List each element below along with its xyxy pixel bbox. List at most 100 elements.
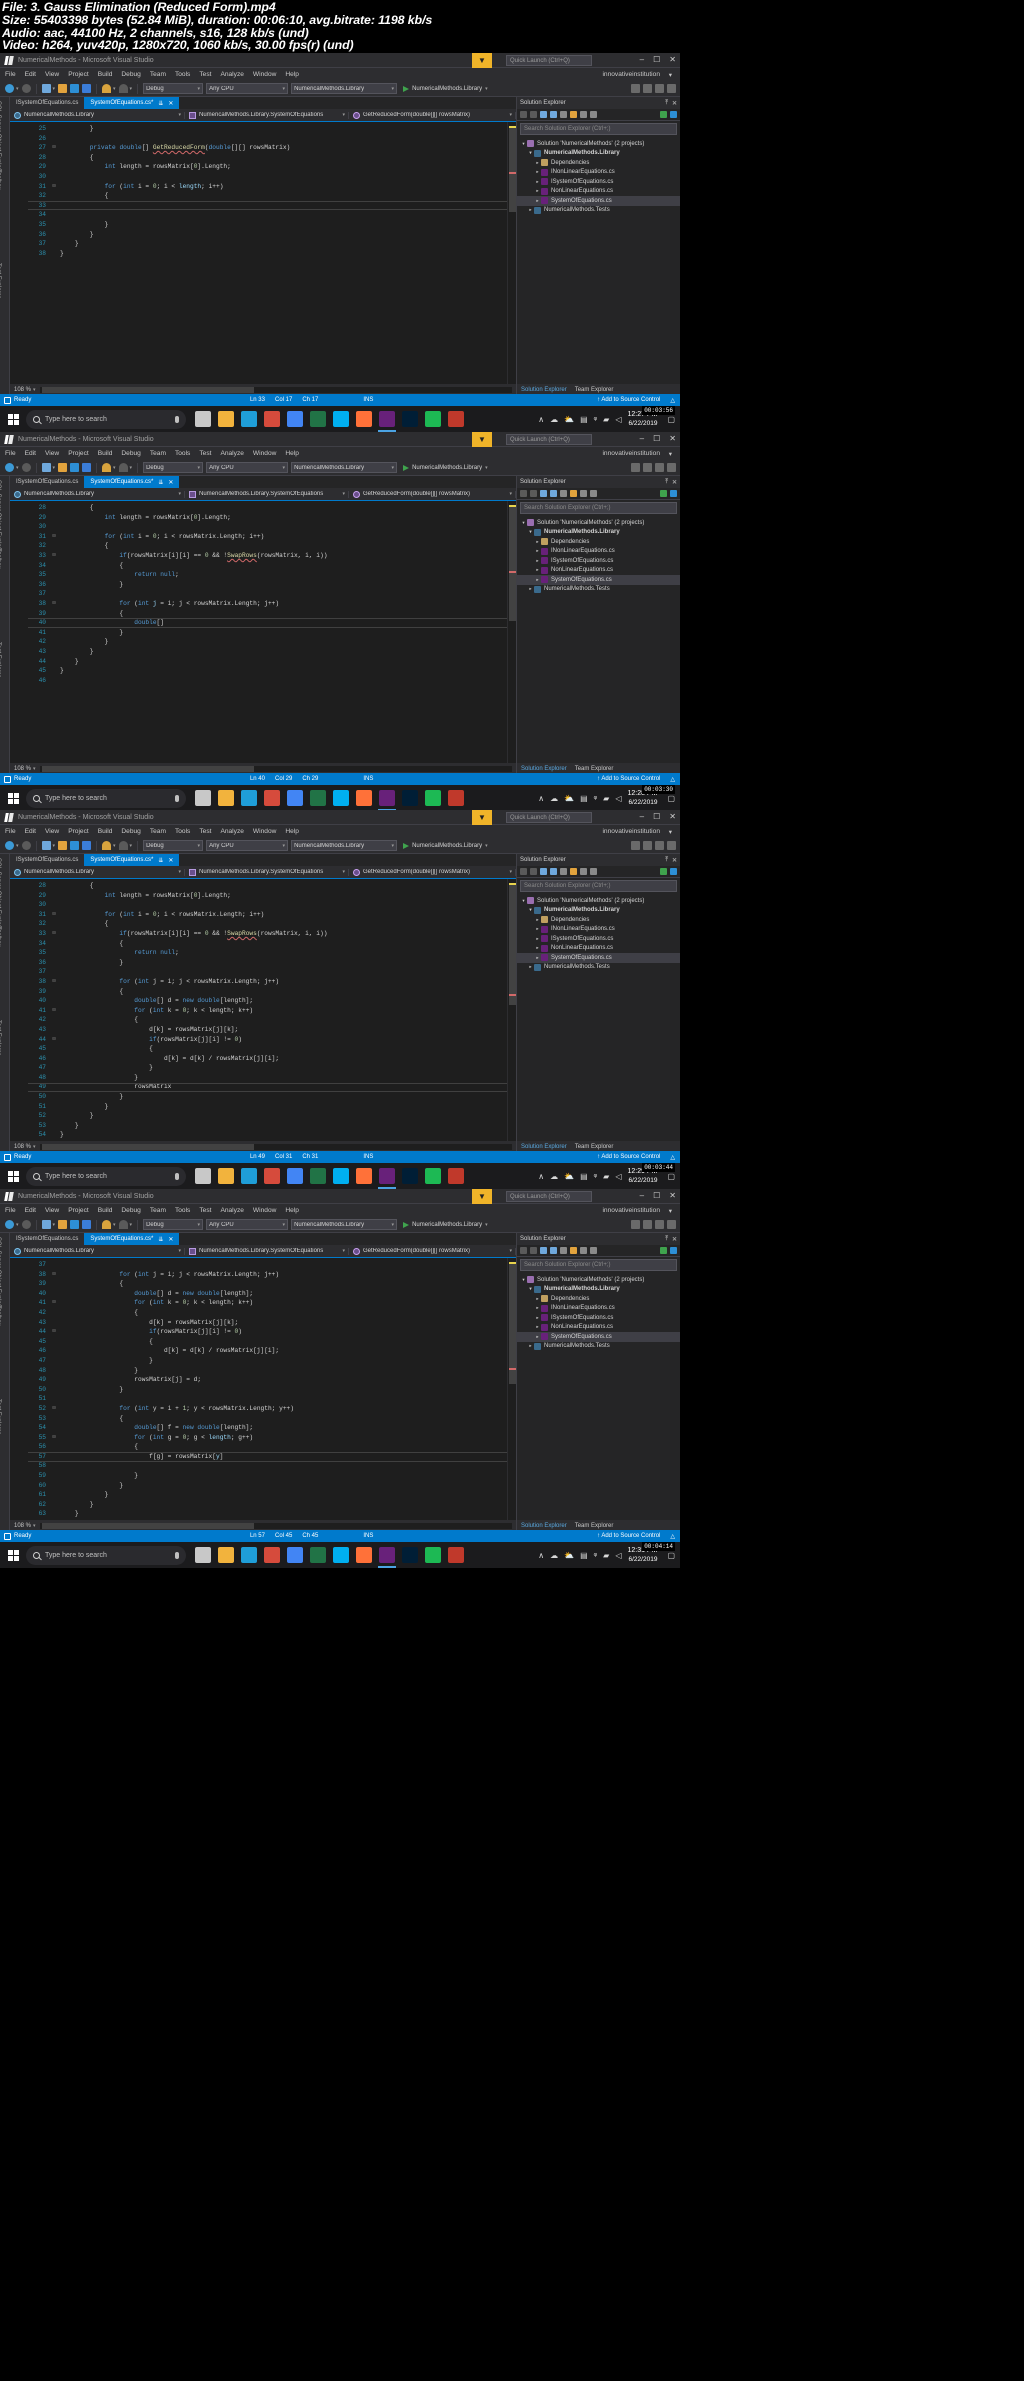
navbar-project-dropdown[interactable]: NumericalMethods.Library ▾: [10, 111, 185, 119]
status-notifications-icon[interactable]: △: [665, 397, 680, 404]
chevron-icon[interactable]: ▾: [527, 1286, 534, 1292]
code-line[interactable]: 34: [28, 210, 507, 220]
code-line[interactable]: 55 ⊟ for (int g = 0; g < length; g++): [28, 1433, 507, 1443]
refresh-icon[interactable]: [550, 490, 557, 497]
solution-explorer-toolbar[interactable]: [517, 866, 680, 878]
photoshop-icon[interactable]: [402, 790, 418, 806]
account-name[interactable]: innovativeinstitution: [602, 1207, 660, 1214]
navbar-project-dropdown[interactable]: NumericalMethods.Library ▾: [10, 1247, 185, 1255]
navbar-type-dropdown[interactable]: NumericalMethods.Library.SystemOfEquatio…: [185, 1247, 349, 1255]
store-icon[interactable]: [241, 411, 257, 427]
minimize-button[interactable]: –: [640, 1190, 644, 1201]
new-project-icon[interactable]: [41, 841, 51, 850]
menu-item-test[interactable]: Test: [199, 828, 211, 835]
redo-icon[interactable]: [118, 841, 128, 850]
filter-icon[interactable]: [670, 1247, 677, 1254]
code-line[interactable]: 44 ⊟ if(rowsMatrix[j][i] != 0): [28, 1327, 507, 1337]
code-line[interactable]: 32 {: [28, 191, 507, 201]
code-line[interactable]: 38 ⊟ for (int j = i; j < rowsMatrix.Leng…: [28, 977, 507, 987]
code-line[interactable]: 49 rowsMatrix[j] = d;: [28, 1375, 507, 1385]
code-line[interactable]: 47 }: [28, 1063, 507, 1073]
redo-icon[interactable]: [118, 463, 128, 472]
preview-icon[interactable]: [590, 490, 597, 497]
fold-toggle-icon[interactable]: ⊟: [50, 929, 58, 939]
excel-icon[interactable]: [310, 411, 326, 427]
code-line[interactable]: 30: [28, 522, 507, 532]
menu-item-window[interactable]: Window: [253, 828, 276, 835]
tray-icon-4[interactable]: ᵠ: [594, 1551, 598, 1560]
menu-item-help[interactable]: Help: [285, 71, 299, 78]
taskbar-app-icons[interactable]: [195, 411, 464, 432]
chevron-down-icon[interactable]: ▾: [130, 1222, 133, 1228]
code-line[interactable]: 53 }: [28, 1121, 507, 1131]
code-line[interactable]: 38 ⊟ for (int j = i; j < rowsMatrix.Leng…: [28, 599, 507, 609]
code-line[interactable]: 63 }: [28, 1509, 507, 1519]
status-source-control[interactable]: ↑ Add to Source Control: [592, 1154, 665, 1160]
chevron-icon[interactable]: ▾: [520, 520, 527, 526]
redo-icon[interactable]: [118, 84, 128, 93]
sync-icon[interactable]: [660, 868, 667, 875]
chevron-icon[interactable]: ▸: [534, 539, 541, 545]
menu-item-help[interactable]: Help: [285, 450, 299, 457]
excel-icon[interactable]: [310, 790, 326, 806]
mail-icon[interactable]: [264, 790, 280, 806]
pin-icon[interactable]: ⤒: [665, 100, 668, 107]
document-tab-0[interactable]: ISystemOfEquations.cs: [10, 97, 85, 109]
store-icon[interactable]: [241, 790, 257, 806]
code-line[interactable]: 31 ⊟ for (int i = 0; i < rowsMatrix.Leng…: [28, 910, 507, 920]
tool-window-tab-strip[interactable]: SQL Server Object ExplorerToolboxTest Ex…: [0, 476, 10, 774]
visual-studio-icon[interactable]: [378, 1547, 396, 1568]
account-name[interactable]: innovativeinstitution: [602, 71, 660, 78]
pin-icon[interactable]: ⇊: [158, 100, 163, 107]
tray-icon-4[interactable]: ᵠ: [594, 1172, 598, 1181]
mail-icon[interactable]: [264, 1168, 280, 1184]
close-icon[interactable]: ✕: [168, 100, 173, 107]
close-icon[interactable]: ✕: [168, 479, 173, 486]
forward-icon[interactable]: [530, 111, 537, 118]
options-icon[interactable]: [667, 463, 676, 472]
menu-item-file[interactable]: File: [5, 1207, 16, 1214]
code-line[interactable]: 34 {: [28, 561, 507, 571]
scrollbar-thumb[interactable]: [509, 128, 516, 212]
zoom-level[interactable]: 108 %: [14, 1144, 31, 1150]
navigate-back-icon[interactable]: [5, 1220, 14, 1229]
editor-horizontal-scrollbar[interactable]: [39, 765, 512, 772]
visual-studio-icon[interactable]: [378, 411, 396, 432]
fold-toggle-icon[interactable]: ⊟: [50, 143, 58, 153]
panel-header-buttons[interactable]: ⤒ ✕: [665, 100, 677, 107]
menu-item-team[interactable]: Team: [150, 450, 166, 457]
options-icon[interactable]: [667, 841, 676, 850]
save-icon[interactable]: [70, 841, 80, 850]
start-debugging-button[interactable]: NumericalMethods.Library ▾: [403, 464, 488, 471]
chevron-down-icon[interactable]: ▾: [53, 1222, 56, 1228]
chevron-down-icon[interactable]: ▾: [130, 843, 133, 849]
options-icon[interactable]: [667, 1220, 676, 1229]
solution-explorer-toolbar[interactable]: [517, 1245, 680, 1257]
standard-toolbar[interactable]: ▾ ▾ ▾ ▾ Debug ▾ Any CPU ▾ NumericalMetho…: [0, 81, 680, 97]
volume-icon[interactable]: ◁: [615, 1551, 621, 1560]
status-source-control[interactable]: ↑ Add to Source Control: [592, 397, 665, 403]
firefox-icon[interactable]: [356, 1547, 372, 1563]
navbar-project-dropdown[interactable]: NumericalMethods.Library ▾: [10, 868, 185, 876]
chevron-icon[interactable]: ▸: [534, 1305, 541, 1311]
standard-toolbar[interactable]: ▾ ▾ ▾ ▾ Debug ▾ Any CPU ▾ NumericalMetho…: [0, 1217, 680, 1233]
code-line[interactable]: 41 }: [28, 628, 507, 638]
store-icon[interactable]: [241, 1168, 257, 1184]
scrollbar-thumb[interactable]: [41, 386, 255, 393]
editor-vertical-scrollbar[interactable]: [507, 501, 516, 763]
menu-item-analyze[interactable]: Analyze: [220, 450, 243, 457]
editor-horizontal-scrollbar[interactable]: [39, 386, 512, 393]
chevron-icon[interactable]: ▸: [534, 917, 541, 923]
more-tools-icon[interactable]: [655, 1220, 664, 1229]
forward-icon[interactable]: [530, 868, 537, 875]
scrollbar-thumb[interactable]: [41, 1522, 255, 1529]
panel-header-buttons[interactable]: ⤒ ✕: [665, 479, 677, 486]
panel-header-buttons[interactable]: ⤒ ✕: [665, 857, 677, 864]
tree-item-csharp-icon[interactable]: ▸ SystemOfEquations.cs: [517, 1332, 680, 1342]
chevron-icon[interactable]: ▸: [534, 558, 541, 564]
solution-configuration-combo[interactable]: Debug ▾: [143, 462, 204, 473]
code-line[interactable]: 28 {: [28, 881, 507, 891]
task-view-icon[interactable]: [195, 1547, 211, 1563]
document-tab-strip[interactable]: ISystemOfEquations.cs SystemOfEquations.…: [10, 97, 516, 109]
fold-toggle-icon[interactable]: ⊟: [50, 1404, 58, 1414]
